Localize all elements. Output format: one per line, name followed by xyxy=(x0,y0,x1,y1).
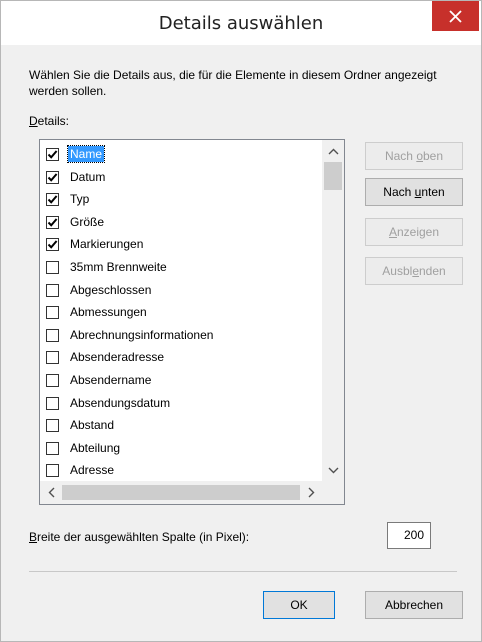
list-item-label: Datum xyxy=(70,169,106,184)
column-width-input[interactable]: 200 xyxy=(387,522,431,549)
list-item[interactable]: Absenderadresse xyxy=(40,346,320,370)
list-item[interactable]: Abgeschlossen xyxy=(40,279,320,303)
dialog-window: Details auswählen Wählen Sie die Details… xyxy=(0,0,482,642)
list-item[interactable]: Markierungen xyxy=(40,233,320,257)
list-item-label: Abstand xyxy=(70,418,115,433)
scroll-left-button[interactable] xyxy=(40,481,62,504)
list-item-label: Größe xyxy=(70,214,105,229)
checkbox[interactable] xyxy=(46,283,59,297)
vertical-scrollbar[interactable] xyxy=(322,140,344,481)
list-item-label: Absendungsdatum xyxy=(70,395,171,410)
list-item[interactable]: Adresse xyxy=(40,459,320,483)
list-item-label: Abteilung xyxy=(70,440,121,455)
checkbox[interactable] xyxy=(46,170,59,184)
list-item[interactable]: Abrechnungsinformationen xyxy=(40,324,320,348)
list-item[interactable]: 35mm Brennweite xyxy=(40,256,320,280)
hide-button[interactable]: Ausblenden xyxy=(365,257,463,285)
list-item-label: Adresse xyxy=(70,463,115,478)
list-item[interactable]: Typ xyxy=(40,188,320,212)
separator xyxy=(29,571,457,572)
checkmark-icon xyxy=(47,150,58,159)
list-item-label: Absenderadresse xyxy=(70,350,165,365)
checkbox[interactable] xyxy=(46,419,59,433)
column-width-label: Breite der ausgewählten Spalte (in Pixel… xyxy=(29,530,250,544)
chevron-right-icon xyxy=(308,487,314,498)
scrollbar-corner xyxy=(322,481,344,504)
checkmark-icon xyxy=(47,172,58,182)
list-item-label: Markierungen xyxy=(70,237,144,252)
move-down-button[interactable]: Nach unten xyxy=(365,178,463,206)
list-item[interactable]: Größe xyxy=(40,211,320,235)
checkbox[interactable] xyxy=(46,351,59,365)
checkmark-icon xyxy=(47,240,58,250)
list-item-label: Abmessungen xyxy=(70,305,147,320)
list-item[interactable]: Abmessungen xyxy=(40,301,320,325)
chevron-down-icon xyxy=(328,467,338,473)
list-item[interactable]: Abteilung xyxy=(40,437,320,461)
checkbox[interactable] xyxy=(46,396,59,410)
title-bar[interactable]: Details auswählen xyxy=(1,1,481,45)
details-label: Details: xyxy=(29,114,70,128)
list-item-label: Typ xyxy=(70,192,90,207)
chevron-up-icon xyxy=(328,148,338,154)
checkbox[interactable] xyxy=(46,261,59,274)
checkbox[interactable] xyxy=(46,441,59,455)
checkbox[interactable] xyxy=(46,328,59,342)
close-button[interactable] xyxy=(432,1,479,31)
list-item[interactable]: Name xyxy=(40,143,320,167)
vertical-scroll-thumb[interactable] xyxy=(324,162,342,190)
horizontal-scroll-thumb[interactable] xyxy=(62,485,300,500)
scroll-right-button[interactable] xyxy=(300,481,322,504)
move-up-button[interactable]: Nach oben xyxy=(365,142,463,170)
checkbox[interactable] xyxy=(46,374,59,387)
horizontal-scrollbar[interactable] xyxy=(40,481,322,504)
show-button[interactable]: Anzeigen xyxy=(365,218,463,246)
chevron-left-icon xyxy=(48,487,54,498)
scroll-down-button[interactable] xyxy=(322,459,344,481)
details-list[interactable]: Name Datum Typ Größe Markierungen 35mm Brennw… xyxy=(39,139,345,505)
checkbox[interactable] xyxy=(46,193,59,207)
checkbox[interactable] xyxy=(46,464,59,478)
list-item-label: 35mm Brennweite xyxy=(70,260,167,274)
list-item-label: Abgeschlossen xyxy=(70,282,152,297)
list-item[interactable]: Absendername xyxy=(40,369,320,393)
list-item[interactable]: Abstand xyxy=(40,414,320,438)
close-icon xyxy=(449,9,462,23)
checkbox[interactable] xyxy=(46,238,59,252)
list-item-label: Name xyxy=(66,145,106,163)
list-item-label: Absendername xyxy=(70,373,152,387)
checkmark-icon xyxy=(47,218,58,227)
cancel-button[interactable]: Abbrechen xyxy=(365,591,463,619)
list-item[interactable]: Datum xyxy=(40,166,320,190)
checkmark-icon xyxy=(47,195,58,204)
scroll-up-button[interactable] xyxy=(322,140,344,162)
checkbox[interactable] xyxy=(46,215,59,229)
intro-text: Wählen Sie die Details aus, die für die … xyxy=(29,68,437,98)
checkbox[interactable] xyxy=(46,148,59,161)
dialog-title: Details auswählen xyxy=(158,13,324,34)
ok-button[interactable]: OK xyxy=(263,591,335,619)
list-item[interactable]: Absendungsdatum xyxy=(40,392,320,416)
checkbox[interactable] xyxy=(46,306,59,320)
list-item-label: Abrechnungsinformationen xyxy=(70,327,214,342)
